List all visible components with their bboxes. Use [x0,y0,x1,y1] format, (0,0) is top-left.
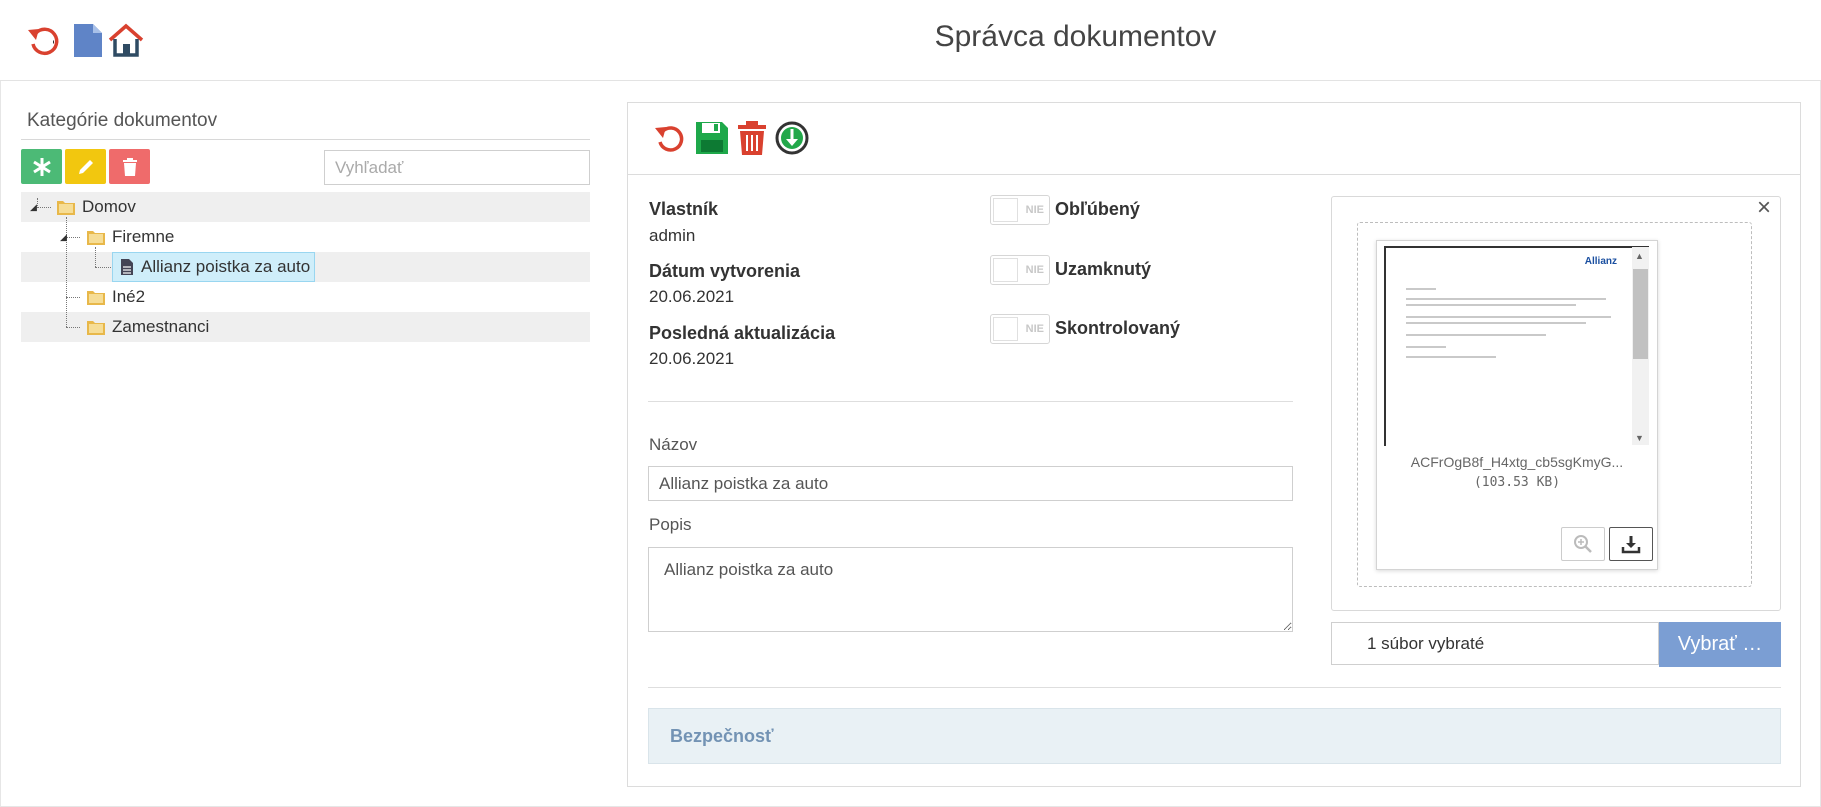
allianz-logo: Allianz [1584,256,1617,267]
download-icon [1621,536,1641,554]
trash-icon[interactable] [734,120,770,156]
security-label: Bezpečnosť [670,726,774,746]
favorite-label: Obľúbený [1055,199,1140,219]
reset-icon[interactable] [652,120,688,156]
folder-icon [57,201,75,215]
divider [648,401,1293,402]
security-section[interactable]: Bezpečnosť [648,708,1781,764]
file-text-icon [121,259,133,275]
download-file-button[interactable] [1609,527,1653,561]
trash-icon [122,157,137,176]
updated-label: Posledná aktualizácia [649,323,836,343]
description-textarea[interactable]: Allianz poistka za auto [648,547,1293,632]
collapse-icon[interactable]: ◢ [60,232,86,243]
locked-toggle[interactable]: NIE [990,255,1050,285]
scroll-down-icon[interactable]: ▼ [1635,433,1644,443]
collapse-icon[interactable]: ◢ [30,202,56,213]
tree-connector [95,267,111,268]
divider [648,687,1781,688]
toggle-state: NIE [1025,264,1044,276]
zoom-in-icon [1574,535,1592,553]
created-label: Dátum vytvorenia [649,261,801,281]
tree-node-label: Allianz poistka za auto [141,257,311,276]
tree-node-zamestnanci[interactable]: Zamestnanci [86,312,209,342]
tree-node-firemne[interactable]: ◢ Firemne [60,222,174,252]
scroll-up-icon[interactable]: ▲ [1635,251,1644,261]
tree-node-ine2[interactable]: Iné2 [86,282,145,312]
document-preview-image: Allianz [1384,246,1649,446]
select-file-button[interactable]: Vybrať … [1659,622,1781,667]
tree-node-label: Domov [82,197,136,216]
zoom-button[interactable] [1561,527,1605,561]
description-label: Popis [649,515,692,534]
file-size: (103.53 KB) [1473,475,1561,490]
folder-icon [87,291,105,305]
favorite-toggle[interactable]: NIE [990,195,1050,225]
name-input[interactable] [648,466,1293,501]
asterisk-icon [32,157,51,176]
divider [21,139,590,140]
tree-node-domov[interactable]: ◢ Domov [30,192,136,222]
scrollbar-thumb[interactable] [1633,269,1648,359]
folder-icon [87,321,105,335]
toggle-knob [993,317,1018,341]
top-bar: Správca dokumentov [0,0,1821,81]
page-title: Správca dokumentov [934,20,1217,53]
tree-node-label: Firemne [112,227,175,246]
preview-scrollbar[interactable]: ▲ ▼ [1632,247,1649,445]
owner-value: admin [649,226,696,245]
file-caption: 1 súbor vybraté [1331,622,1659,665]
edit-category-button[interactable] [65,149,106,184]
name-label: Názov [649,435,698,454]
toggle-knob [993,258,1018,282]
file-name: ACFrOgB8f_H4xtg_cb5sgKmyG... [1410,454,1624,470]
tree-node-allianz[interactable]: Allianz poistka za auto [112,252,316,282]
pencil-icon [78,159,93,174]
tree-node-label: Zamestnanci [112,317,210,336]
updated-value: 20.06.2021 [649,349,735,368]
tree-node-label: Iné2 [112,287,146,306]
folder-icon [87,231,105,245]
toggle-state: NIE [1025,204,1044,216]
tree-connector [66,297,80,298]
delete-category-button[interactable] [109,149,150,184]
tree-connector [66,327,80,328]
category-search-input[interactable] [324,150,590,185]
save-icon[interactable] [694,120,730,156]
toggle-state: NIE [1025,323,1044,335]
locked-label: Uzamknutý [1055,259,1152,279]
reviewed-toggle[interactable]: NIE [990,314,1050,344]
reviewed-label: Skontrolovaný [1055,318,1181,338]
toggle-knob [993,198,1018,222]
categories-title: Kategórie dokumentov [27,110,218,131]
add-category-button[interactable] [21,149,62,184]
close-icon[interactable]: × [1757,194,1771,222]
download-icon[interactable] [774,120,810,156]
created-value: 20.06.2021 [649,287,735,306]
owner-label: Vlastník [649,199,719,219]
